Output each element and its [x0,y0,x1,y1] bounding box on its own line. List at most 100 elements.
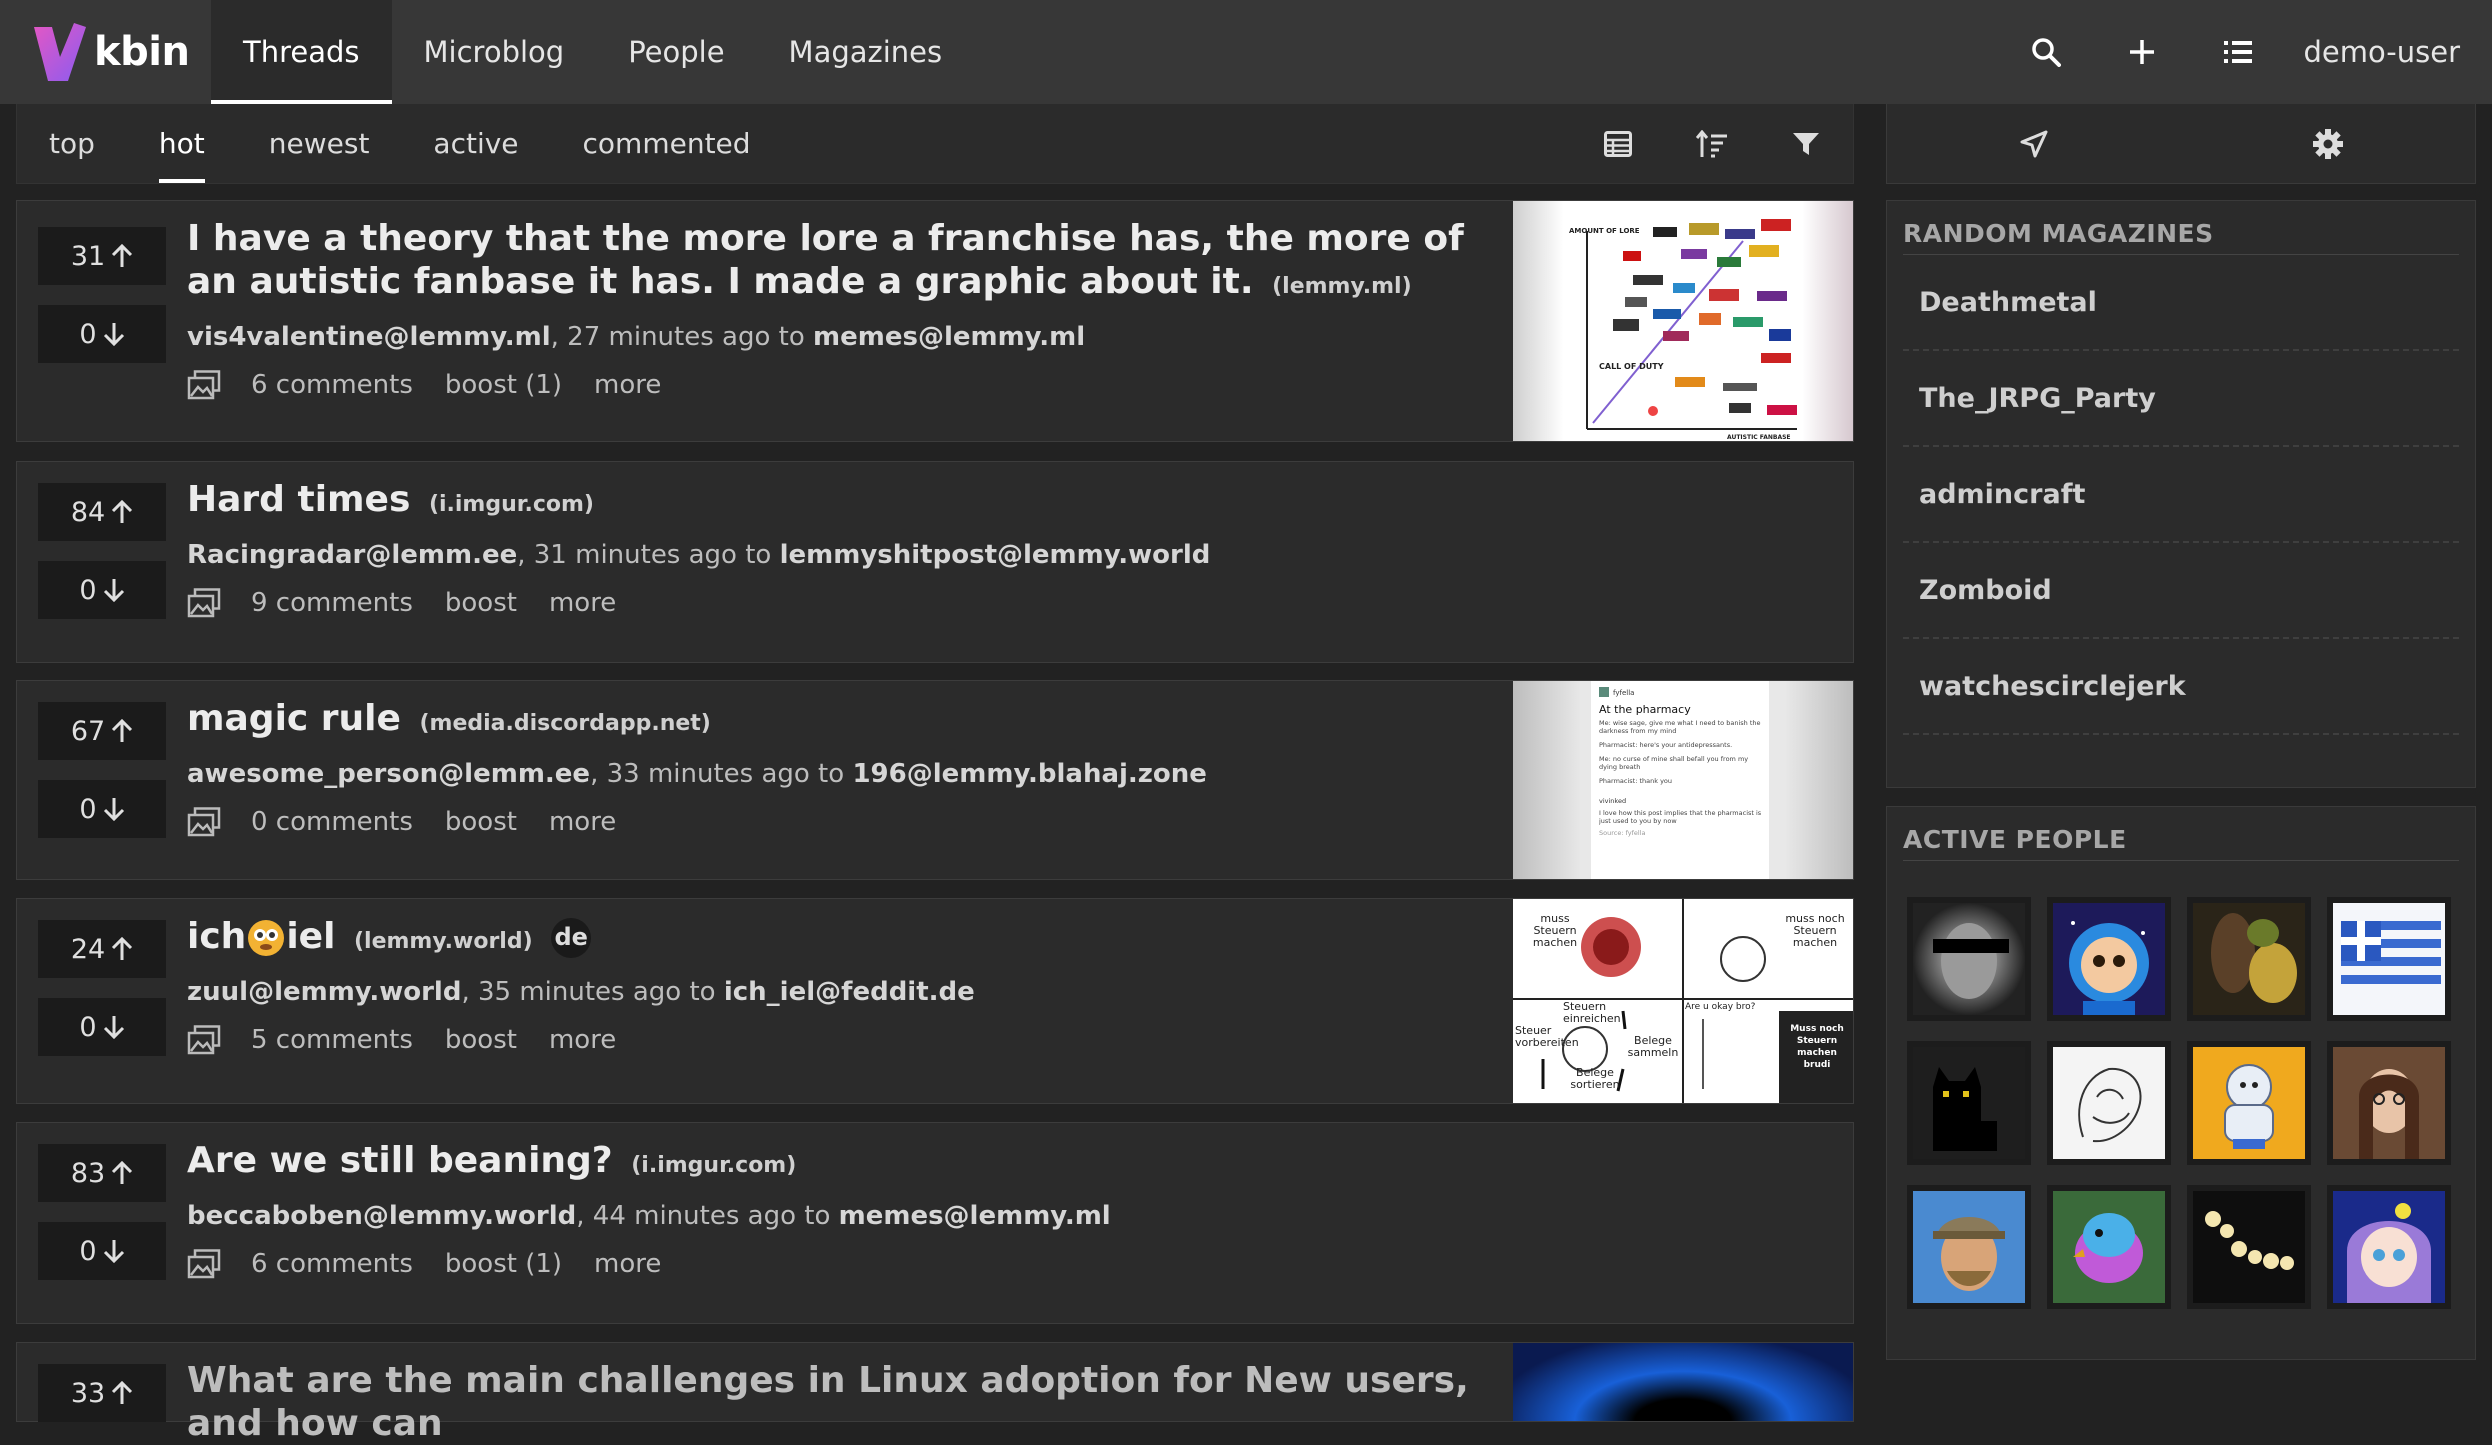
send-button[interactable] [1887,104,2181,183]
sort-newest[interactable]: newest [237,104,402,183]
thumb-xlabel: AUTISTIC FANBASE [1727,434,1791,441]
filter-button[interactable] [1759,104,1853,184]
active-people-panel: ACTIVE PEOPLE [1886,806,2476,1360]
comments-link[interactable]: 9 comments [251,588,413,618]
entry-author[interactable]: beccaboben@lemmy.world [187,1201,576,1231]
add-new-button[interactable] [2094,0,2190,104]
thumb-ylabel: AMOUNT OF LORE [1569,227,1640,235]
magazine-link[interactable]: watchescirclejerk [1903,639,2459,735]
image-gallery-icon[interactable] [187,370,221,400]
jungle-avatar[interactable] [2187,897,2311,1021]
sort-hot[interactable]: hot [127,104,237,183]
random-magazines-heading: RANDOM MAGAZINES [1903,219,2459,255]
upvote-button[interactable]: 31 [38,227,166,285]
upvote-button[interactable]: 83 [38,1144,166,1202]
settings-button[interactable] [2181,104,2475,183]
upvote-button[interactable]: 67 [38,702,166,760]
image-gallery-icon[interactable] [187,1249,221,1279]
entry-domain[interactable]: (media.discordapp.net) [419,711,710,736]
image-gallery-icon[interactable] [187,807,221,837]
downvote-button[interactable]: 0 [38,305,166,363]
comments-link[interactable]: 0 comments [251,807,413,837]
entry-actions: 9 comments boost more [187,588,1787,618]
entry-magazine[interactable]: 196@lemmy.blahaj.zone [852,759,1207,789]
comments-link[interactable]: 6 comments [251,1249,413,1279]
sort-options-button[interactable] [1665,104,1759,184]
more-button[interactable]: more [594,1249,661,1279]
comments-link[interactable]: 6 comments [251,370,413,400]
entry-title-link[interactable]: ichiel [187,916,335,957]
more-button[interactable]: more [549,1025,616,1055]
more-button[interactable]: more [549,807,616,837]
entry-domain[interactable]: (i.imgur.com) [429,492,594,517]
entry-thumbnail[interactable] [1513,1343,1853,1421]
image-gallery-icon[interactable] [187,1025,221,1055]
search-button[interactable] [1998,0,2094,104]
black-cat-avatar[interactable] [1907,1041,2031,1165]
boost-button[interactable]: boost [445,807,517,837]
entry-title: ichiel (lemmy.world) de [187,915,1487,963]
entry-magazine[interactable]: lemmyshitpost@lemmy.world [780,540,1211,570]
boost-button[interactable]: boost (1) [445,370,562,400]
downvote-button[interactable]: 0 [38,780,166,838]
upvote-button[interactable]: 84 [38,483,166,541]
entry-domain[interactable]: (i.imgur.com) [631,1153,796,1178]
entry-magazine[interactable]: memes@lemmy.ml [813,322,1085,352]
entry-title-link[interactable]: Are we still beaning? [187,1140,613,1181]
more-button[interactable]: more [594,370,661,400]
tab-microblog[interactable]: Microblog [392,0,597,104]
magazine-link[interactable]: Deathmetal [1903,255,2459,351]
woman-photo-avatar[interactable] [2327,1041,2451,1165]
magazine-link[interactable]: The_JRPG_Party [1903,351,2459,447]
astronaut-cartoon-avatar[interactable] [2047,897,2171,1021]
magazine-link[interactable]: Zomboid [1903,543,2459,639]
tab-magazines[interactable]: Magazines [757,0,975,104]
sketch-drawing-avatar[interactable] [2047,1041,2171,1165]
entry-author[interactable]: awesome_person@lemm.ee [187,759,590,789]
boost-button[interactable]: boost [445,588,517,618]
upvote-button[interactable]: 33 [38,1364,166,1422]
sort-active[interactable]: active [401,104,550,183]
image-gallery-icon[interactable] [187,588,221,618]
user-menu[interactable]: demo-user [2286,35,2492,69]
sort-top[interactable]: top [17,104,127,183]
downvote-button[interactable]: 0 [38,561,166,619]
tab-people[interactable]: People [596,0,756,104]
more-button[interactable]: more [549,588,616,618]
man-with-cap-avatar[interactable] [1907,1185,2031,1309]
brand[interactable]: kbin [0,0,205,104]
face-censored-avatar[interactable] [1907,897,2031,1021]
entry-title-link[interactable]: Hard times [187,479,410,520]
entry-author[interactable]: Racingradar@lemm.ee [187,540,517,570]
anime-girl-avatar[interactable] [2327,1185,2451,1309]
greek-flag-avatar[interactable] [2327,897,2451,1021]
thumb-source: Source: fyfella [1599,829,1765,837]
entry-thumbnail[interactable]: AMOUNT OF LORE AUTISTIC FANBASE CALL OF … [1513,201,1853,441]
entry-title-link[interactable]: What are the main challenges in Linux ad… [187,1360,1469,1444]
entry-magazine[interactable]: memes@lemmy.ml [839,1201,1111,1231]
boost-button[interactable]: boost [445,1025,517,1055]
night-lights-avatar[interactable] [2187,1185,2311,1309]
sort-commented[interactable]: commented [551,104,783,183]
entry-title-link[interactable]: magic rule [187,698,401,739]
downvote-button[interactable]: 0 [38,1222,166,1280]
entry-domain[interactable]: (lemmy.world) [354,929,533,954]
thumb-user: fyfella [1613,689,1634,697]
upvote-button[interactable]: 24 [38,920,166,978]
downvote-button[interactable]: 0 [38,998,166,1056]
entry-thumbnail[interactable]: fyfella At the pharmacy Me: wise sage, g… [1513,681,1853,879]
magazine-link[interactable]: admincraft [1903,447,2459,543]
cartoon-gorilla-avatar[interactable] [2187,1041,2311,1165]
colorful-bird-avatar[interactable] [2047,1185,2171,1309]
table-view-button[interactable] [1571,104,1665,184]
entry-domain[interactable]: (lemmy.ml) [1272,274,1412,299]
entry-magazine[interactable]: ich_iel@feddit.de [724,977,975,1007]
entry-author[interactable]: zuul@lemmy.world [187,977,461,1007]
entry-thumbnail[interactable]: muss Steuern machen muss noch Steuern ma… [1513,899,1853,1103]
list-button[interactable] [2190,0,2286,104]
tab-threads[interactable]: Threads [211,0,392,104]
boost-button[interactable]: boost (1) [445,1249,562,1279]
entry-author[interactable]: vis4valentine@lemmy.ml [187,322,551,352]
arrow-up-icon [111,500,133,524]
comments-link[interactable]: 5 comments [251,1025,413,1055]
